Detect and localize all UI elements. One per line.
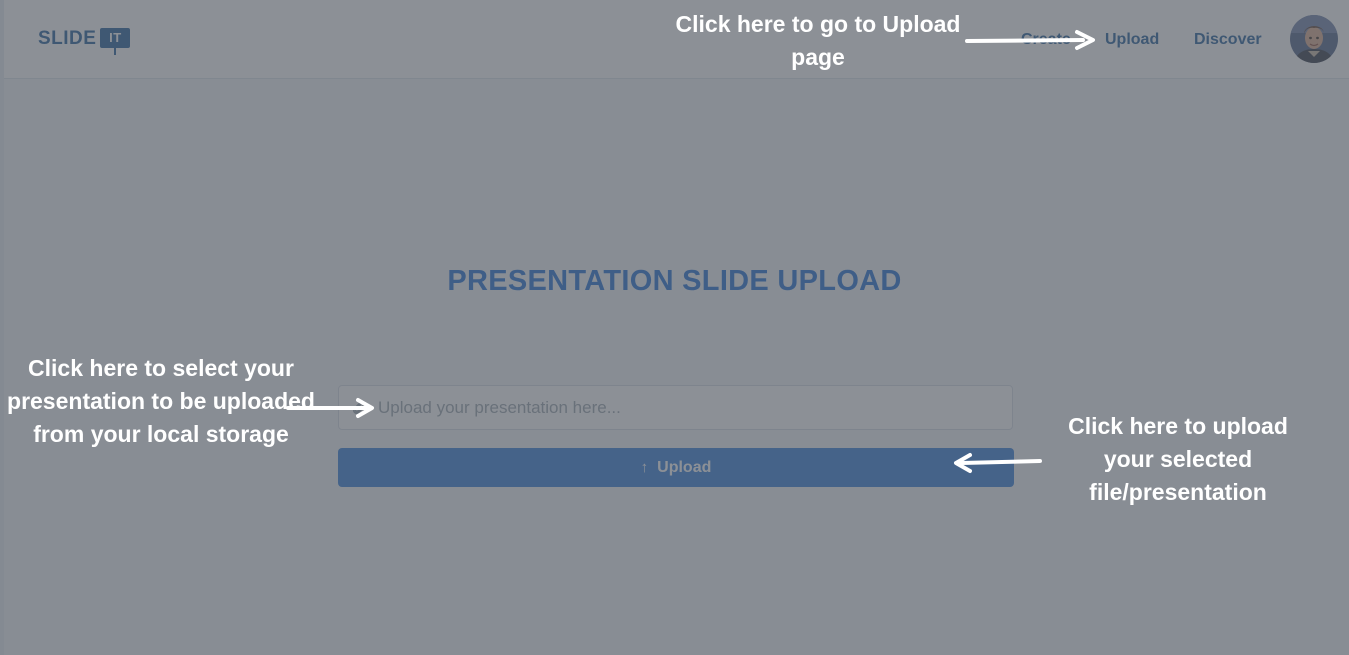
left-edge-strip [0, 0, 4, 655]
slide-it-logo[interactable]: SLIDE IT [38, 27, 131, 57]
logo-board-icon: IT [100, 28, 131, 55]
logo-badge-text: IT [109, 30, 122, 45]
nav-link-upload[interactable]: Upload [1105, 30, 1159, 50]
annotation-nav-upload: Click here to go to Upload page [675, 11, 961, 70]
upload-button-label: Upload [657, 458, 712, 476]
user-avatar[interactable] [1290, 15, 1338, 63]
logo-text: SLIDE [38, 28, 97, 49]
annotation-arrow-left-icon [954, 453, 1042, 473]
page-title: PRESENTATION SLIDE UPLOAD [447, 265, 902, 297]
file-upload-input[interactable]: Upload your presentation here... [338, 385, 1013, 430]
annotation-upload-button: Click here to upload your selected file/… [1068, 413, 1288, 505]
tutorial-overlay [0, 0, 1349, 655]
nav-link-discover[interactable]: Discover [1194, 30, 1262, 50]
annotation-arrow-right-icon [965, 30, 1095, 50]
annotation-select-file: Click here to select your presentation t… [7, 355, 315, 447]
logo-board-leg [114, 48, 117, 55]
file-input-placeholder: Upload your presentation here... [378, 398, 621, 417]
annotation-arrow-right-icon [286, 398, 374, 418]
upload-button[interactable]: ↑ Upload [338, 448, 1014, 487]
arrow-up-icon: ↑ [640, 458, 649, 476]
avatar-photo-icon [1290, 15, 1338, 63]
